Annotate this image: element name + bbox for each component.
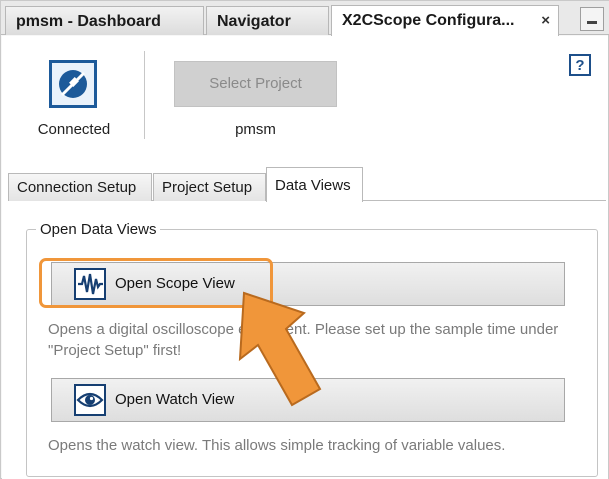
button-label: Open Watch View — [115, 391, 235, 408]
connection-status-label: Connected — [37, 121, 111, 138]
watch-view-description: Opens the watch view. This allows simple… — [48, 437, 506, 454]
tab-label: Navigator — [217, 13, 291, 30]
tab-connection-setup[interactable]: Connection Setup — [8, 173, 152, 201]
window-tab-bar: pmsm - Dashboard Navigator X2CScope Conf… — [1, 1, 609, 36]
tab-x2cscope-configuration[interactable]: X2CScope Configura... × — [331, 5, 559, 36]
tab-label: Project Setup — [162, 179, 253, 196]
tab-label: X2CScope Configura... — [342, 12, 515, 29]
tab-label: pmsm - Dashboard — [16, 13, 161, 30]
configuration-panel: Connected Select Project pmsm ? Connecti… — [2, 36, 608, 479]
group-legend: Open Data Views — [36, 221, 161, 238]
minimize-button[interactable] — [580, 7, 604, 31]
minimize-icon — [587, 21, 597, 24]
tab-navigator[interactable]: Navigator — [206, 6, 329, 35]
tab-pmsm-dashboard[interactable]: pmsm - Dashboard — [5, 6, 204, 35]
tab-data-views[interactable]: Data Views — [266, 167, 363, 202]
eye-graphic — [76, 392, 104, 408]
pointer-arrow-icon — [238, 291, 322, 407]
help-icon[interactable]: ? — [569, 54, 591, 76]
plug-connected-icon[interactable] — [49, 60, 97, 108]
help-glyph: ? — [575, 57, 585, 74]
tab-project-setup[interactable]: Project Setup — [153, 173, 266, 201]
plug-icon-graphic — [59, 70, 87, 98]
close-icon[interactable]: × — [541, 12, 550, 29]
tab-label: Connection Setup — [17, 179, 137, 196]
eye-icon — [74, 384, 106, 416]
divider — [144, 51, 145, 139]
select-project-button[interactable]: Select Project — [174, 61, 337, 107]
section-tab-bar: Connection Setup Project Setup Data View… — [8, 165, 606, 202]
project-name: pmsm — [235, 121, 276, 138]
tab-label: Data Views — [275, 177, 351, 194]
x2cscope-window: pmsm - Dashboard Navigator X2CScope Conf… — [0, 0, 609, 479]
